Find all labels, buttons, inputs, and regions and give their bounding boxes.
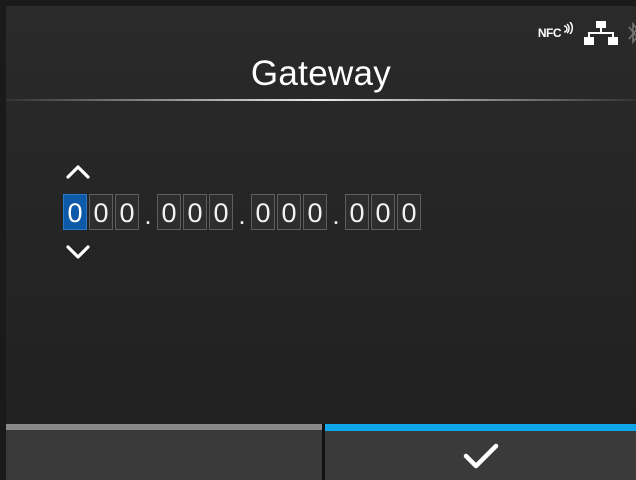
chevron-down-icon[interactable] [64,242,92,262]
wired-network-icon [584,21,618,45]
octet-3-digit-3[interactable]: 0 [303,194,327,230]
ip-separator: . [332,200,340,230]
octet-2-digit-3[interactable]: 0 [209,194,233,230]
left-softkey-button[interactable] [6,424,322,480]
octet-1-digit-2[interactable]: 0 [89,194,113,230]
octet-4-digit-3[interactable]: 0 [397,194,421,230]
octet-4-digit-2[interactable]: 0 [371,194,395,230]
octet-3-digit-1[interactable]: 0 [251,194,275,230]
page-title: Gateway [250,54,392,93]
softkey-bar [6,424,636,480]
ip-separator: . [238,200,246,230]
status-bar: NFC [538,18,636,48]
octet-4-digit-1[interactable]: 0 [345,194,369,230]
chevron-up-icon[interactable] [64,162,92,182]
gateway-screen: NFC Gateway 0 0 0 . 0 0 0 . 0 0 0 . 0 0 … [6,6,636,480]
nfc-label: NFC [537,26,562,40]
check-icon [463,443,498,468]
nfc-icon: NFC [537,22,574,40]
octet-2-digit-2[interactable]: 0 [183,194,207,230]
ip-separator: . [144,200,152,230]
octet-1-digit-1[interactable]: 0 [63,194,87,230]
bluetooth-icon [628,21,636,45]
octet-3-digit-2[interactable]: 0 [277,194,301,230]
octet-2-digit-1[interactable]: 0 [157,194,181,230]
octet-1-digit-3[interactable]: 0 [115,194,139,230]
confirm-button[interactable] [325,424,636,480]
title-divider [6,99,636,101]
gateway-ip-editor[interactable]: 0 0 0 . 0 0 0 . 0 0 0 . 0 0 0 [63,192,423,230]
